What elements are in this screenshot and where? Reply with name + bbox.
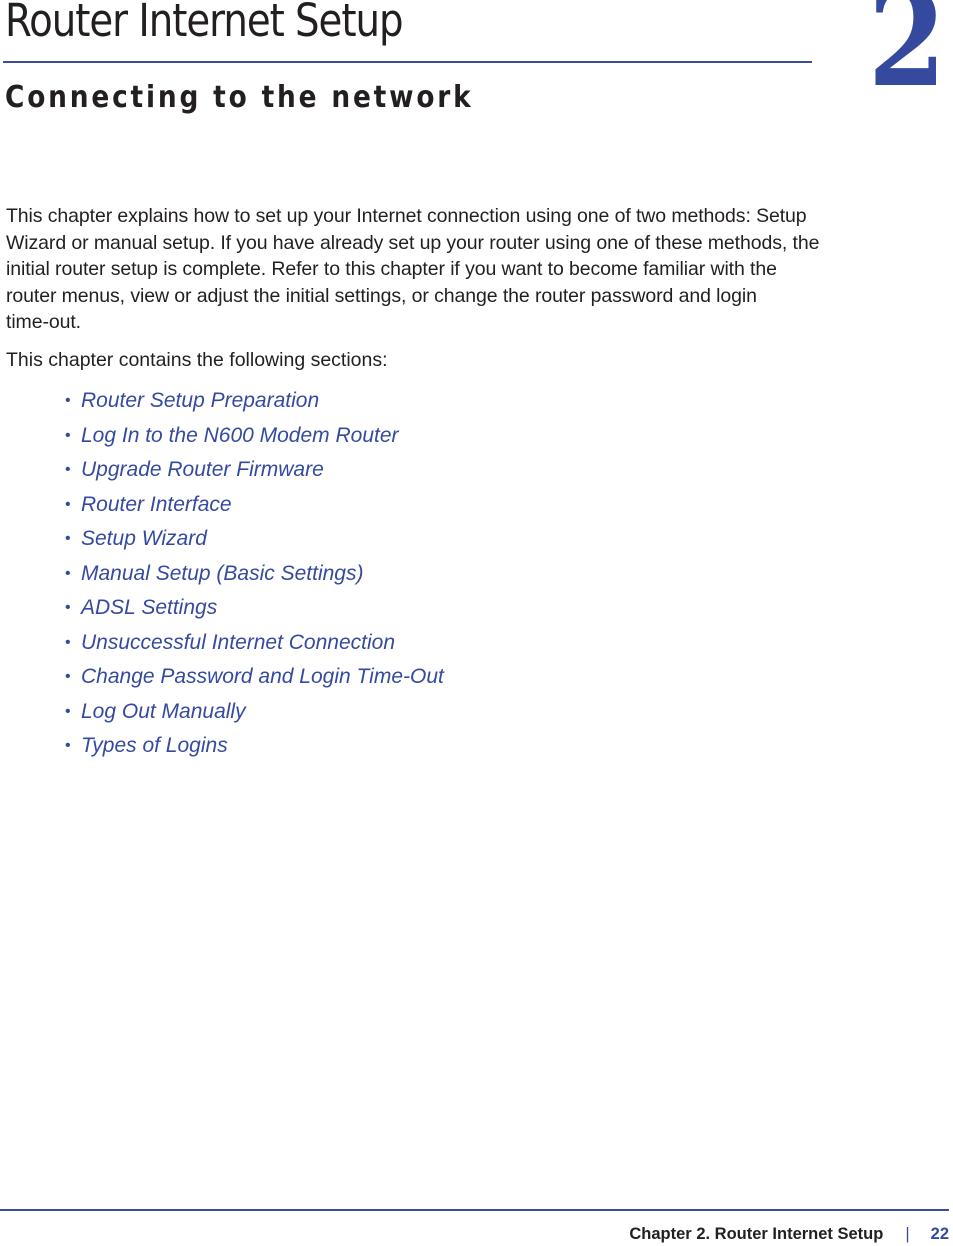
bullet-icon: • — [65, 702, 71, 720]
page-footer: Chapter 2. Router Internet Setup | 22 — [629, 1225, 949, 1244]
chapter-subtitle: Connecting to the network — [5, 80, 474, 115]
bullet-icon: • — [65, 530, 71, 547]
section-link-router-interface[interactable]: Router Interface — [81, 489, 232, 521]
bullet-icon: • — [65, 564, 71, 582]
section-link-setup-wizard[interactable]: Setup Wizard — [81, 523, 207, 555]
bullet-icon: • — [65, 392, 71, 409]
section-link-log-out[interactable]: Log Out Manually — [81, 696, 246, 728]
bullet-icon: • — [65, 426, 71, 444]
bullet-icon: • — [65, 668, 71, 685]
intro-line: This chapter explains how to set up your… — [6, 205, 807, 227]
section-link-change-password[interactable]: Change Password and Login Time-Out — [81, 661, 444, 693]
header-divider — [3, 61, 812, 63]
bullet-icon: • — [65, 633, 71, 651]
intro-line: router menus, view or adjust the initial… — [6, 284, 757, 307]
intro-paragraph: This chapter explains how to set up your… — [6, 203, 951, 336]
bullet-icon: • — [65, 599, 71, 616]
bullet-icon: • — [65, 461, 71, 478]
footer-separator: | — [905, 1225, 910, 1243]
intro-line: Wizard or manual setup. If you have alre… — [6, 231, 820, 254]
intro-line: time-out. — [6, 311, 81, 334]
page-number: 22 — [930, 1225, 949, 1243]
bullet-icon: • — [65, 737, 71, 754]
sections-intro: This chapter contains the following sect… — [6, 349, 388, 371]
bullet-icon: • — [65, 495, 71, 513]
section-link-log-in[interactable]: Log In to the N600 Modem Router — [81, 420, 399, 452]
section-link-types-of-logins[interactable]: Types of Logins — [81, 730, 228, 762]
section-link-manual-setup[interactable]: Manual Setup (Basic Settings) — [81, 558, 363, 590]
section-link-unsuccessful-connection[interactable]: Unsuccessful Internet Connection — [81, 627, 395, 659]
intro-line: initial router setup is complete. Refer … — [6, 258, 777, 281]
footer-divider — [0, 1209, 949, 1211]
chapter-number: 2 — [868, 0, 947, 117]
footer-chapter-reference: Chapter 2. Router Internet Setup — [629, 1225, 884, 1243]
section-link-upgrade-firmware[interactable]: Upgrade Router Firmware — [81, 454, 324, 486]
chapter-title: Router Internet Setup — [5, 0, 404, 47]
section-link-router-setup-preparation[interactable]: Router Setup Preparation — [81, 385, 319, 417]
section-link-adsl-settings[interactable]: ADSL Settings — [81, 592, 217, 624]
